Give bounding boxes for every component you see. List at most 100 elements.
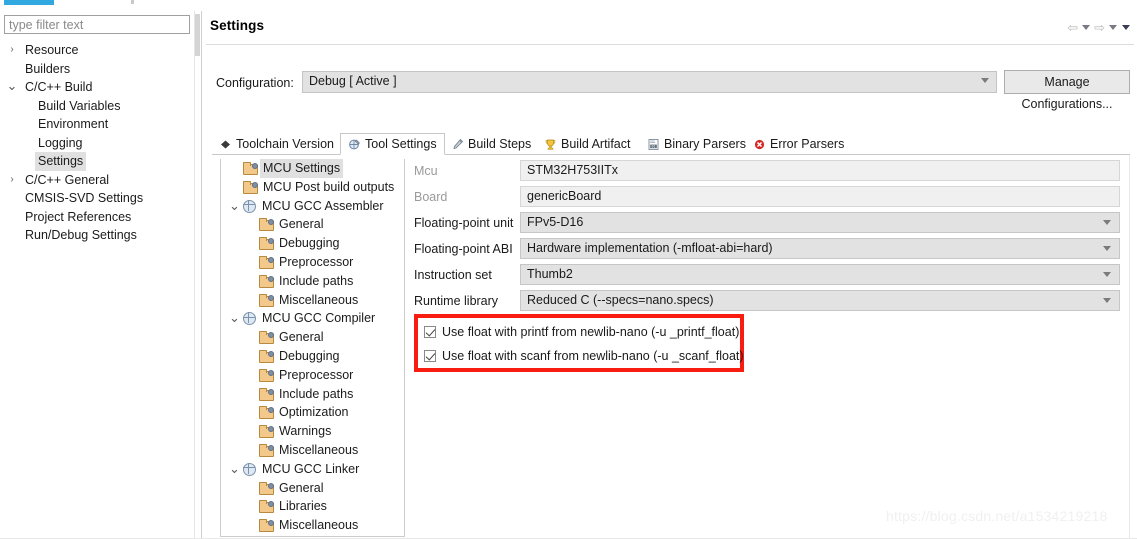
tool-tree-item-debugging[interactable]: Debugging <box>221 234 404 253</box>
field-label: Instruction set <box>414 268 492 282</box>
tool-tree-item-label: MCU GCC Assembler <box>262 198 384 213</box>
field-combo[interactable]: Hardware implementation (-mfloat-abi=har… <box>520 238 1120 259</box>
tool-tree-item-general[interactable]: General <box>221 479 404 498</box>
preferences-tree[interactable]: › Resource Builders ⌄ C/C++ Build Build Varia… <box>0 41 193 245</box>
tool-tree-item-optimization[interactable]: Optimization <box>221 403 404 422</box>
chevron-down-icon[interactable]: ⌄ <box>229 462 240 475</box>
tab-binary-parsers[interactable]: 01 Binary Parsers <box>640 133 753 155</box>
sidebar-item-run-debug-settings[interactable]: Run/Debug Settings <box>0 226 193 245</box>
tool-tree-item-label: General <box>279 480 324 495</box>
page-nav-toolbar[interactable]: ⇦ ⇨ <box>1067 21 1131 34</box>
sidebar-item-environment[interactable]: Environment <box>0 115 193 134</box>
sidebar-item-label: CMSIS-SVD Settings <box>25 191 144 205</box>
configuration-value: Debug [ Active ] <box>309 74 397 88</box>
tool-tree-item-miscellaneous[interactable]: Miscellaneous <box>221 441 404 460</box>
back-arrow-icon[interactable]: ⇦ <box>1067 21 1078 34</box>
chevron-right-icon[interactable]: › <box>6 171 18 190</box>
checkbox-label: Use float with scanf from newlib-nano (-… <box>442 348 744 363</box>
checkbox-checked-icon[interactable] <box>424 325 436 338</box>
forward-history-chevron-down-icon[interactable] <box>1109 25 1117 30</box>
tool-tree-item-general[interactable]: General <box>221 215 404 234</box>
chevron-down-icon[interactable]: ⌄ <box>229 311 240 324</box>
content-scrollbar[interactable] <box>1129 155 1130 539</box>
tool-tree-item-mcu-gcc-linker[interactable]: ⌄ MCU GCC Linker <box>221 460 404 479</box>
sidebar-item-label: Environment <box>38 117 109 131</box>
settings-page: Settings ⇦ ⇨ Configuration: Debug [ Acti… <box>201 11 1137 539</box>
tab-label: Build Artifact <box>561 137 631 151</box>
tool-tree-item-include-paths[interactable]: Include paths <box>221 385 404 404</box>
pane-divider <box>194 11 200 539</box>
sidebar-item-builders[interactable]: Builders <box>0 60 193 79</box>
tab-bar[interactable]: Toolchain Version Tool Settings Build Step… <box>212 133 1130 155</box>
field-value: FPv5-D16 <box>527 215 584 229</box>
tool-tree-item-label: MCU GCC Compiler <box>262 311 376 326</box>
tool-tree-item-mcu-gcc-assembler[interactable]: ⌄ MCU GCC Assembler <box>221 197 404 216</box>
sidebar-item-label: Logging <box>38 135 83 150</box>
back-history-chevron-down-icon[interactable] <box>1082 25 1091 30</box>
tab-tool-settings[interactable]: Tool Settings <box>340 133 445 155</box>
manage-configurations-button[interactable]: Manage Configurations... <box>1004 70 1130 111</box>
pane-divider-grip[interactable] <box>195 14 200 56</box>
field-combo[interactable]: Thumb2 <box>520 264 1120 285</box>
tool-tree-item-include-paths[interactable]: Include paths <box>221 272 404 291</box>
field-row: Instruction set Thumb2 <box>412 263 1122 289</box>
chevron-down-icon <box>1103 272 1111 277</box>
folder-icon <box>243 162 258 175</box>
sidebar-item-resource[interactable]: › Resource <box>0 41 193 60</box>
tab-label: Toolchain Version <box>236 137 334 151</box>
field-row: Board genericBoard <box>412 185 1122 211</box>
tab-error-parsers[interactable]: Error Parsers <box>746 133 851 155</box>
chevron-down-icon <box>981 78 989 83</box>
tool-tree-item-label: Miscellaneous <box>279 442 359 457</box>
tool-tree-item-general[interactable]: General <box>221 328 404 347</box>
view-menu-chevron-down-icon[interactable] <box>1122 25 1130 30</box>
forward-arrow-icon[interactable]: ⇨ <box>1094 21 1105 34</box>
chevron-right-icon[interactable]: › <box>6 41 18 60</box>
tab-label: Error Parsers <box>770 137 845 151</box>
tool-tree-item-libraries[interactable]: Libraries <box>221 497 404 516</box>
tool-tree-item-label: Preprocessor <box>279 367 354 382</box>
sidebar-item-settings[interactable]: Settings <box>0 152 193 171</box>
folder-icon <box>259 293 274 307</box>
tool-tree-item-debugging[interactable]: Debugging <box>221 347 404 366</box>
tab-build-steps[interactable]: Build Steps <box>444 133 538 155</box>
configuration-combo[interactable]: Debug [ Active ] <box>302 71 997 93</box>
checkbox-checked-icon[interactable] <box>424 349 436 362</box>
sidebar-item-label: C/C++ General <box>25 172 110 187</box>
tool-tree-item-preprocessor[interactable]: Preprocessor <box>221 253 404 272</box>
tool-tree-item-label: Include paths <box>279 386 354 401</box>
tool-tree-item-label: MCU Post build outputs <box>263 179 395 194</box>
field-label: Board <box>414 190 448 204</box>
folder-icon <box>243 180 258 194</box>
tool-tree[interactable]: MCU Settings MCU Post build outputs ⌄ MCU G… <box>220 159 405 537</box>
filter-input[interactable] <box>4 15 190 34</box>
tab-label: Tool Settings <box>365 137 437 151</box>
tool-tree-item-mcu-post-build-outputs[interactable]: MCU Post build outputs <box>221 178 404 197</box>
folder-icon <box>259 481 274 495</box>
tool-tree-item-preprocessor[interactable]: Preprocessor <box>221 366 404 385</box>
folder-icon <box>259 425 274 439</box>
sidebar-item-c-c-general[interactable]: › C/C++ General <box>0 171 193 190</box>
tab-toolchain-version[interactable]: Toolchain Version <box>212 133 341 155</box>
tool-tree-item-mcu-settings[interactable]: MCU Settings <box>221 159 404 178</box>
sidebar-item-cmsis-svd-settings[interactable]: CMSIS-SVD Settings <box>0 189 193 208</box>
chevron-down-icon <box>1103 246 1111 251</box>
sidebar-item-project-references[interactable]: Project References <box>0 208 193 227</box>
tool-tree-item-mcu-gcc-compiler[interactable]: ⌄ MCU GCC Compiler <box>221 309 404 328</box>
chevron-down-icon[interactable]: ⌄ <box>6 79 18 92</box>
sidebar-item-c-c-build[interactable]: ⌄ C/C++ Build <box>0 78 193 97</box>
checkbox-row[interactable]: Use float with printf from newlib-nano (… <box>418 321 740 342</box>
field-combo[interactable]: Reduced C (--specs=nano.specs) <box>520 290 1120 311</box>
chevron-down-icon[interactable]: ⌄ <box>229 199 240 212</box>
sidebar-item-build-variables[interactable]: Build Variables <box>0 97 193 116</box>
sidebar-item-logging[interactable]: Logging <box>0 134 193 153</box>
field-combo[interactable]: FPv5-D16 <box>520 212 1120 233</box>
tool-tree-item-miscellaneous[interactable]: Miscellaneous <box>221 291 404 310</box>
checkbox-row[interactable]: Use float with scanf from newlib-nano (-… <box>418 345 744 366</box>
tool-tree-item-warnings[interactable]: Warnings <box>221 422 404 441</box>
folder-icon <box>259 443 274 457</box>
tool-tree-item-miscellaneous[interactable]: Miscellaneous <box>221 516 404 535</box>
tab-build-artifact[interactable]: Build Artifact <box>537 133 637 155</box>
tool-tree-item-label: Libraries <box>279 499 327 514</box>
field-label: Floating-point unit <box>414 216 514 230</box>
